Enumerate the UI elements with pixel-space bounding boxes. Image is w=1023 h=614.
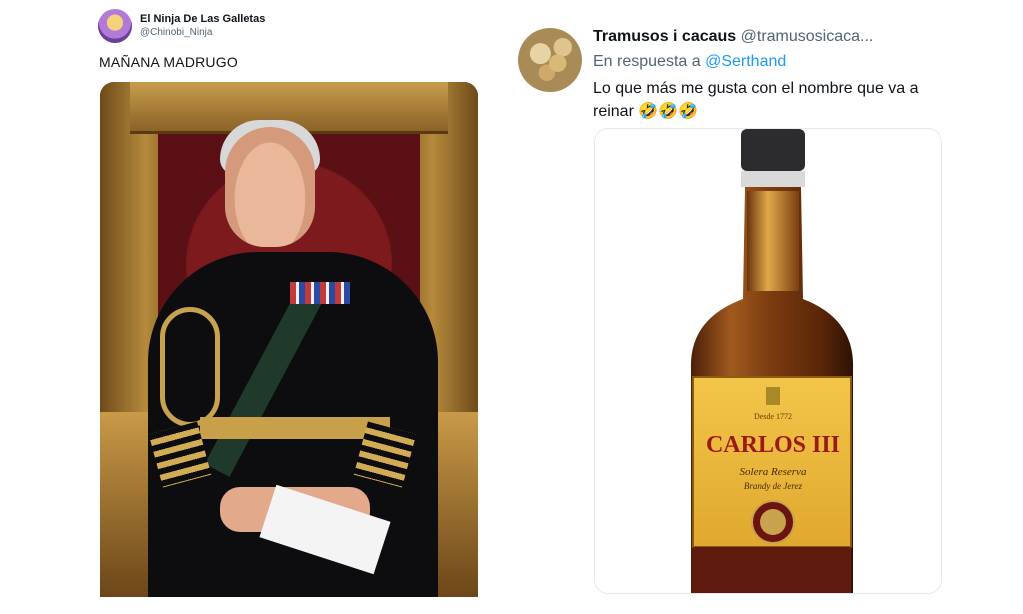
left-user-avatar[interactable] [98,9,132,43]
left-user-name[interactable]: El Ninja De Las Galletas [140,13,265,25]
right-user-name[interactable]: Tramusos i cacaus [593,28,736,45]
label-subtitle: Solera Reserva [740,466,807,478]
reply-mention-link[interactable]: @Serthand [705,53,786,70]
left-tweet-text: MAÑANA MADRUGO [99,54,238,70]
gold-belt [200,417,390,439]
right-tweet-photo[interactable]: Desde 1772 CARLOS III Solera Reserva Bra… [594,128,942,594]
medal-ribbons [290,282,350,304]
label-brand: CARLOS III [706,432,840,458]
label-since: Desde 1772 [754,412,792,421]
left-user-handle[interactable]: @Chinobi_Ninja [140,27,212,38]
head [225,127,315,247]
right-user-name-line[interactable]: Tramusos i cacaus @tramusosicaca... [593,28,873,46]
right-user-avatar[interactable] [518,28,582,92]
right-tweet-text: Lo que más me gusta con el nombre que va… [593,80,919,120]
left-tweet-photo[interactable] [100,82,478,597]
bottle-cap [741,129,805,171]
right-tweet: Tramusos i cacaus @tramusosicaca... En r… [515,0,945,614]
gold-braid [160,307,220,427]
reply-context: En respuesta a @Serthand [593,53,786,71]
brandy-bottle: Desde 1772 CARLOS III Solera Reserva Bra… [690,129,854,593]
left-tweet: El Ninja De Las Galletas @Chinobi_Ninja … [95,0,480,614]
right-user-handle[interactable]: @tramusosicaca... [741,28,874,45]
label-kind: Brandy de Jerez [744,481,803,491]
reply-prefix: En respuesta a [593,53,701,70]
